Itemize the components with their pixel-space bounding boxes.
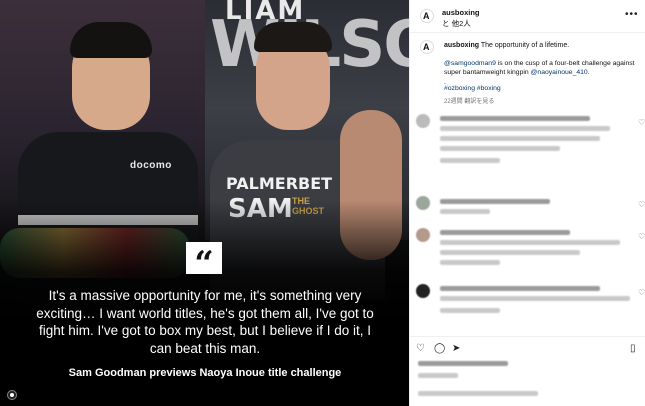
avatar[interactable] bbox=[416, 284, 430, 298]
mention-link[interactable]: @naoyainoue_410 bbox=[531, 69, 588, 76]
comment-meta bbox=[440, 209, 490, 214]
comment-text bbox=[440, 250, 580, 255]
hashtags[interactable]: #ozboxing #boxing bbox=[444, 85, 501, 92]
account-logo-icon: A bbox=[423, 11, 430, 21]
user-tag-icon[interactable] bbox=[7, 390, 17, 400]
account-logo-icon: A bbox=[423, 42, 430, 52]
post-header: A ausboxing と 他2人 ••• bbox=[410, 0, 645, 33]
comment-icon[interactable]: ◯ bbox=[434, 343, 445, 354]
comment-text bbox=[440, 296, 630, 301]
header-username[interactable]: ausboxing bbox=[442, 8, 480, 17]
list-item: ♡ bbox=[416, 114, 645, 174]
heart-icon[interactable]: ♡ bbox=[638, 200, 645, 209]
caption-avatar[interactable]: A bbox=[420, 40, 434, 54]
comment-meta bbox=[440, 308, 500, 313]
caption-meta[interactable]: 22週間 翻訳を見る bbox=[444, 96, 494, 105]
caption-username[interactable]: ausboxing bbox=[444, 42, 479, 49]
quote-caption: Sam Goodman previews Naoya Inoue title c… bbox=[68, 367, 342, 379]
bookmark-icon[interactable]: ▯ bbox=[630, 343, 636, 354]
more-horizontal-icon[interactable]: ••• bbox=[625, 9, 639, 20]
quote-mark-box: “ bbox=[186, 242, 222, 281]
comment-text bbox=[440, 230, 570, 235]
avatar[interactable] bbox=[416, 228, 430, 242]
comment-text bbox=[440, 146, 560, 151]
heart-icon[interactable]: ♡ bbox=[638, 232, 645, 241]
caption-body-end: . bbox=[587, 69, 590, 76]
comment-meta bbox=[440, 158, 500, 163]
share-icon[interactable]: ➤ bbox=[452, 343, 460, 354]
heart-icon[interactable]: ♡ bbox=[638, 118, 645, 127]
avatar[interactable]: A bbox=[420, 9, 434, 23]
quote-icon: “ bbox=[194, 244, 214, 284]
post-sidebar: A ausboxing と 他2人 ••• A ausboxing The op… bbox=[409, 0, 645, 406]
likes-count[interactable] bbox=[418, 361, 508, 366]
comment-meta bbox=[440, 260, 500, 265]
comment-text bbox=[440, 116, 590, 121]
header-collaborators[interactable]: と 他2人 bbox=[442, 18, 471, 29]
right-fighter-hair bbox=[254, 22, 332, 52]
left-fighter-hair bbox=[70, 22, 152, 58]
comment-text bbox=[440, 286, 600, 291]
comment-text bbox=[440, 136, 600, 141]
caption-body: @samgoodman9 is on the cusp of a four-be… bbox=[444, 59, 640, 77]
heart-icon[interactable]: ♡ bbox=[638, 288, 645, 297]
post-media[interactable]: LIAM WILSO docomo PALMERBET SAM THE GHOS… bbox=[0, 0, 409, 406]
quote-text: It's a massive opportunity for me, it's … bbox=[36, 288, 374, 356]
list-item: ♡ bbox=[416, 196, 645, 216]
comment-text bbox=[440, 199, 550, 204]
action-bar: ♡ ◯ ➤ ▯ bbox=[410, 336, 645, 406]
list-item: ♡ bbox=[416, 228, 645, 268]
comment-text bbox=[440, 240, 620, 245]
heart-icon[interactable]: ♡ bbox=[416, 343, 425, 354]
list-item: ♡ bbox=[416, 284, 645, 324]
shirt-brand: PALMERBET bbox=[226, 174, 333, 193]
add-comment-input[interactable] bbox=[418, 391, 538, 396]
comment-text bbox=[440, 126, 610, 131]
caption-line: ausboxing The opportunity of a lifetime. bbox=[444, 42, 569, 49]
left-fighter-logo: docomo bbox=[130, 160, 172, 171]
caption-headline: The opportunity of a lifetime. bbox=[480, 42, 570, 49]
avatar[interactable] bbox=[416, 196, 430, 210]
avatar[interactable] bbox=[416, 114, 430, 128]
mention-link[interactable]: @samgoodman9 bbox=[444, 60, 496, 67]
post-date bbox=[418, 373, 458, 378]
